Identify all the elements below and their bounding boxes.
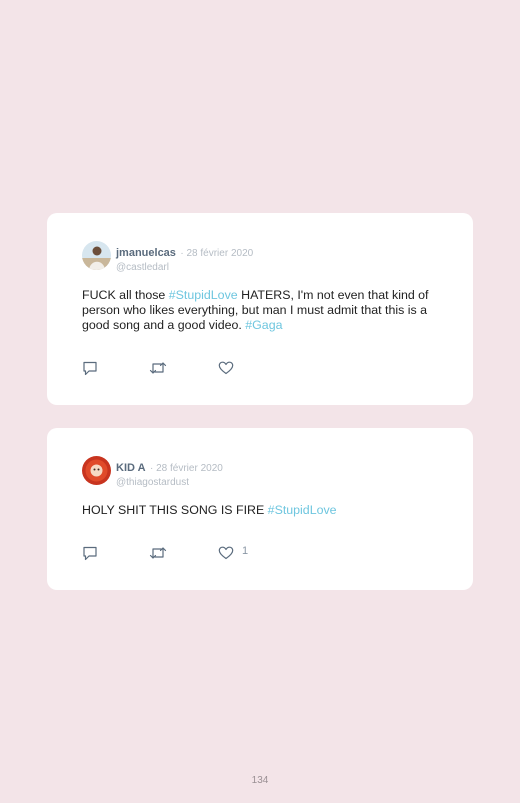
text-segment: FUCK all those	[82, 288, 169, 302]
reply-icon	[83, 361, 97, 376]
tweet-text: FUCK all those #StupidLove HATERS, I'm n…	[82, 288, 442, 333]
like-button[interactable]: 1	[218, 545, 249, 560]
hashtag-link[interactable]: #StupidLove	[169, 288, 238, 302]
author-handle[interactable]: @castledarl	[116, 263, 253, 273]
retweet-button[interactable]	[149, 546, 167, 560]
tweet-text: HOLY SHIT THIS SONG IS FIRE #StupidLove	[82, 503, 442, 518]
reply-button[interactable]	[82, 361, 98, 376]
tweet-date: · 28 février 2020	[150, 463, 223, 474]
retweet-button[interactable]	[149, 361, 167, 375]
tweet-date: · 28 février 2020	[180, 248, 254, 259]
reply-button[interactable]	[82, 546, 98, 561]
author-name[interactable]: jmanuelcas	[116, 247, 176, 259]
page-number: 134	[251, 775, 269, 786]
retweet-icon	[149, 362, 167, 374]
author-name[interactable]: KID A	[116, 462, 146, 474]
like-icon	[218, 361, 234, 375]
avatar[interactable]	[82, 456, 111, 485]
tweet-card: jmanuelcas · 28 février 2020 @castledarl…	[47, 213, 473, 405]
hashtag-link[interactable]: #Gaga	[245, 318, 282, 332]
reply-icon	[83, 546, 97, 561]
tweet-card: KID A · 28 février 2020 @thiagostardust …	[47, 428, 473, 590]
like-button[interactable]	[218, 361, 242, 375]
like-count: 1	[242, 545, 249, 557]
author-handle[interactable]: @thiagostardust	[116, 478, 223, 488]
retweet-icon	[149, 547, 167, 559]
avatar[interactable]	[82, 241, 111, 270]
like-icon	[218, 546, 234, 560]
hashtag-link[interactable]: #StupidLove	[268, 503, 337, 517]
text-segment: HOLY SHIT THIS SONG IS FIRE	[82, 503, 268, 517]
